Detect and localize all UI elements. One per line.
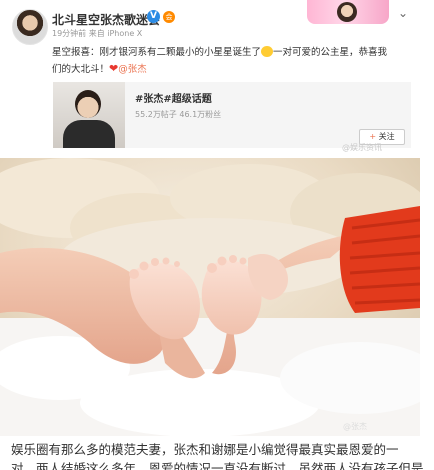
vip-icon: 会 (163, 11, 175, 23)
topic-stats: 55.2万帖子 46.1万粉丝 (135, 110, 222, 119)
topic-thumbnail (53, 82, 125, 148)
mention-link[interactable]: @张杰 (118, 64, 147, 75)
post-meta: 19分钟前 来自 iPhone X (52, 29, 143, 38)
heart-icon: ❤ (109, 62, 119, 75)
user-name[interactable]: 北斗星空张杰歌迷会 (52, 11, 160, 28)
header-banner (307, 0, 389, 24)
emoji-icon (261, 46, 274, 57)
thumbnail-body (63, 120, 115, 148)
verified-icon: V (147, 10, 160, 23)
topic-card[interactable]: #张杰#超级话题 55.2万帖子 46.1万粉丝 + 关注 (53, 82, 411, 148)
thumbnail-head (75, 90, 101, 118)
weibo-post-card: 北斗星空张杰歌迷会 V 会 ⌄ 19分钟前 来自 iPhone X 星空报喜：刚… (0, 0, 434, 158)
caption-line-2: 对，两人结婚这么多年，恩爱的情况一直没有断过，虽然两人没有孩子但是 (11, 461, 424, 470)
banner-face (337, 2, 357, 22)
topic-title[interactable]: #张杰#超级话题 (135, 90, 212, 105)
article-caption: 娱乐圈有那么多的模范夫妻，张杰和谢娜是小编觉得最真实最恩爱的一 对，两人结婚这么… (11, 440, 434, 470)
photo-illustration (0, 158, 420, 436)
photo-right-gap (420, 158, 434, 436)
photo-watermark: @张杰 (343, 422, 367, 431)
avatar[interactable] (12, 9, 48, 45)
post-text-cont: 一对可爱的公主星，恭喜我 (273, 47, 388, 58)
post-text-main: 星空报喜：刚才银河系有二颗最小的小星星诞生了 (52, 47, 262, 58)
card-watermark: @娱乐资讯 (342, 143, 382, 152)
baby-feet-photo (0, 158, 420, 436)
follow-plus: + (369, 132, 377, 141)
post-text-line2: 们的大北斗！ (52, 64, 110, 75)
caption-line-1: 娱乐圈有那么多的模范夫妻，张杰和谢娜是小编觉得最真实最恩爱的一 (11, 442, 399, 457)
post-text: 星空报喜：刚才银河系有二颗最小的小星星诞生了 一对可爱的公主星，恭喜我 们的大北斗… (52, 45, 422, 78)
follow-label: 关注 (378, 132, 395, 141)
chevron-down-icon[interactable]: ⌄ (398, 6, 408, 20)
